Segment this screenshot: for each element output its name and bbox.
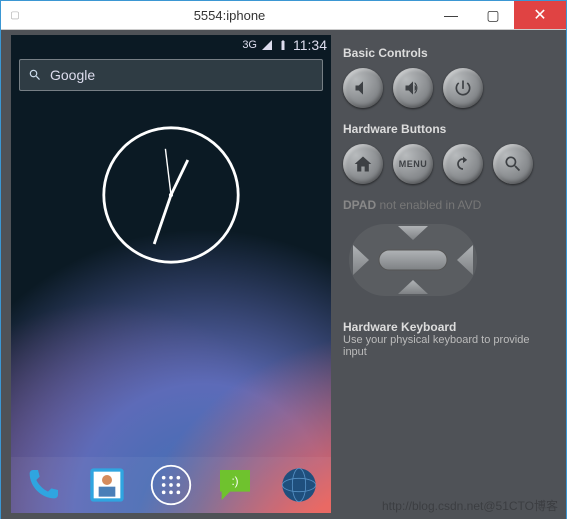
home-button[interactable] bbox=[343, 144, 383, 184]
minimize-button[interactable]: — bbox=[430, 1, 472, 29]
search-button[interactable] bbox=[493, 144, 533, 184]
basic-controls-heading: Basic Controls bbox=[343, 46, 554, 60]
volume-down-button[interactable] bbox=[343, 68, 383, 108]
google-search-bar[interactable]: Google bbox=[19, 59, 323, 91]
dpad-heading: DPAD not enabled in AVD bbox=[343, 198, 554, 212]
maximize-button[interactable]: ▢ bbox=[472, 1, 514, 29]
network-label: 3G bbox=[242, 39, 257, 51]
dpad-control bbox=[343, 218, 483, 302]
device-screen[interactable]: 3G 11:34 Google bbox=[11, 35, 331, 513]
back-button[interactable] bbox=[443, 144, 483, 184]
battery-icon bbox=[277, 39, 289, 51]
titlebar: ▢ 5554:iphone — ▢ ✕ bbox=[1, 1, 566, 30]
hardware-buttons-heading: Hardware Buttons bbox=[343, 122, 554, 136]
wallpaper bbox=[11, 35, 331, 513]
contacts-app-icon[interactable] bbox=[85, 463, 129, 507]
hardware-keyboard-sub: Use your physical keyboard to provide in… bbox=[343, 334, 554, 358]
power-button[interactable] bbox=[443, 68, 483, 108]
analog-clock-widget[interactable] bbox=[101, 125, 241, 265]
app-icon: ▢ bbox=[1, 1, 29, 29]
clock-time: 11:34 bbox=[293, 37, 327, 53]
svg-text::): :) bbox=[231, 475, 238, 488]
window-title: 5554:iphone bbox=[29, 8, 430, 23]
signal-icon bbox=[261, 39, 273, 51]
window-buttons: — ▢ ✕ bbox=[430, 1, 566, 29]
close-button[interactable]: ✕ bbox=[514, 1, 566, 29]
phone-app-icon[interactable] bbox=[21, 463, 65, 507]
search-icon bbox=[28, 68, 42, 82]
browser-app-icon[interactable] bbox=[277, 463, 321, 507]
menu-button[interactable]: MENU bbox=[393, 144, 433, 184]
content-area: 3G 11:34 Google bbox=[1, 30, 566, 519]
search-placeholder: Google bbox=[50, 67, 95, 83]
volume-up-button[interactable] bbox=[393, 68, 433, 108]
dock: :) bbox=[11, 457, 331, 513]
emulator-window: ▢ 5554:iphone — ▢ ✕ 3G 11:34 Google bbox=[0, 0, 567, 519]
status-bar: 3G 11:34 bbox=[238, 35, 331, 55]
hardware-keyboard-heading: Hardware Keyboard bbox=[343, 320, 554, 334]
emulator-controls-panel: Basic Controls Hardware Buttons MENU DPA… bbox=[331, 30, 566, 519]
apps-launcher-icon[interactable] bbox=[149, 463, 193, 507]
messaging-app-icon[interactable]: :) bbox=[213, 463, 257, 507]
